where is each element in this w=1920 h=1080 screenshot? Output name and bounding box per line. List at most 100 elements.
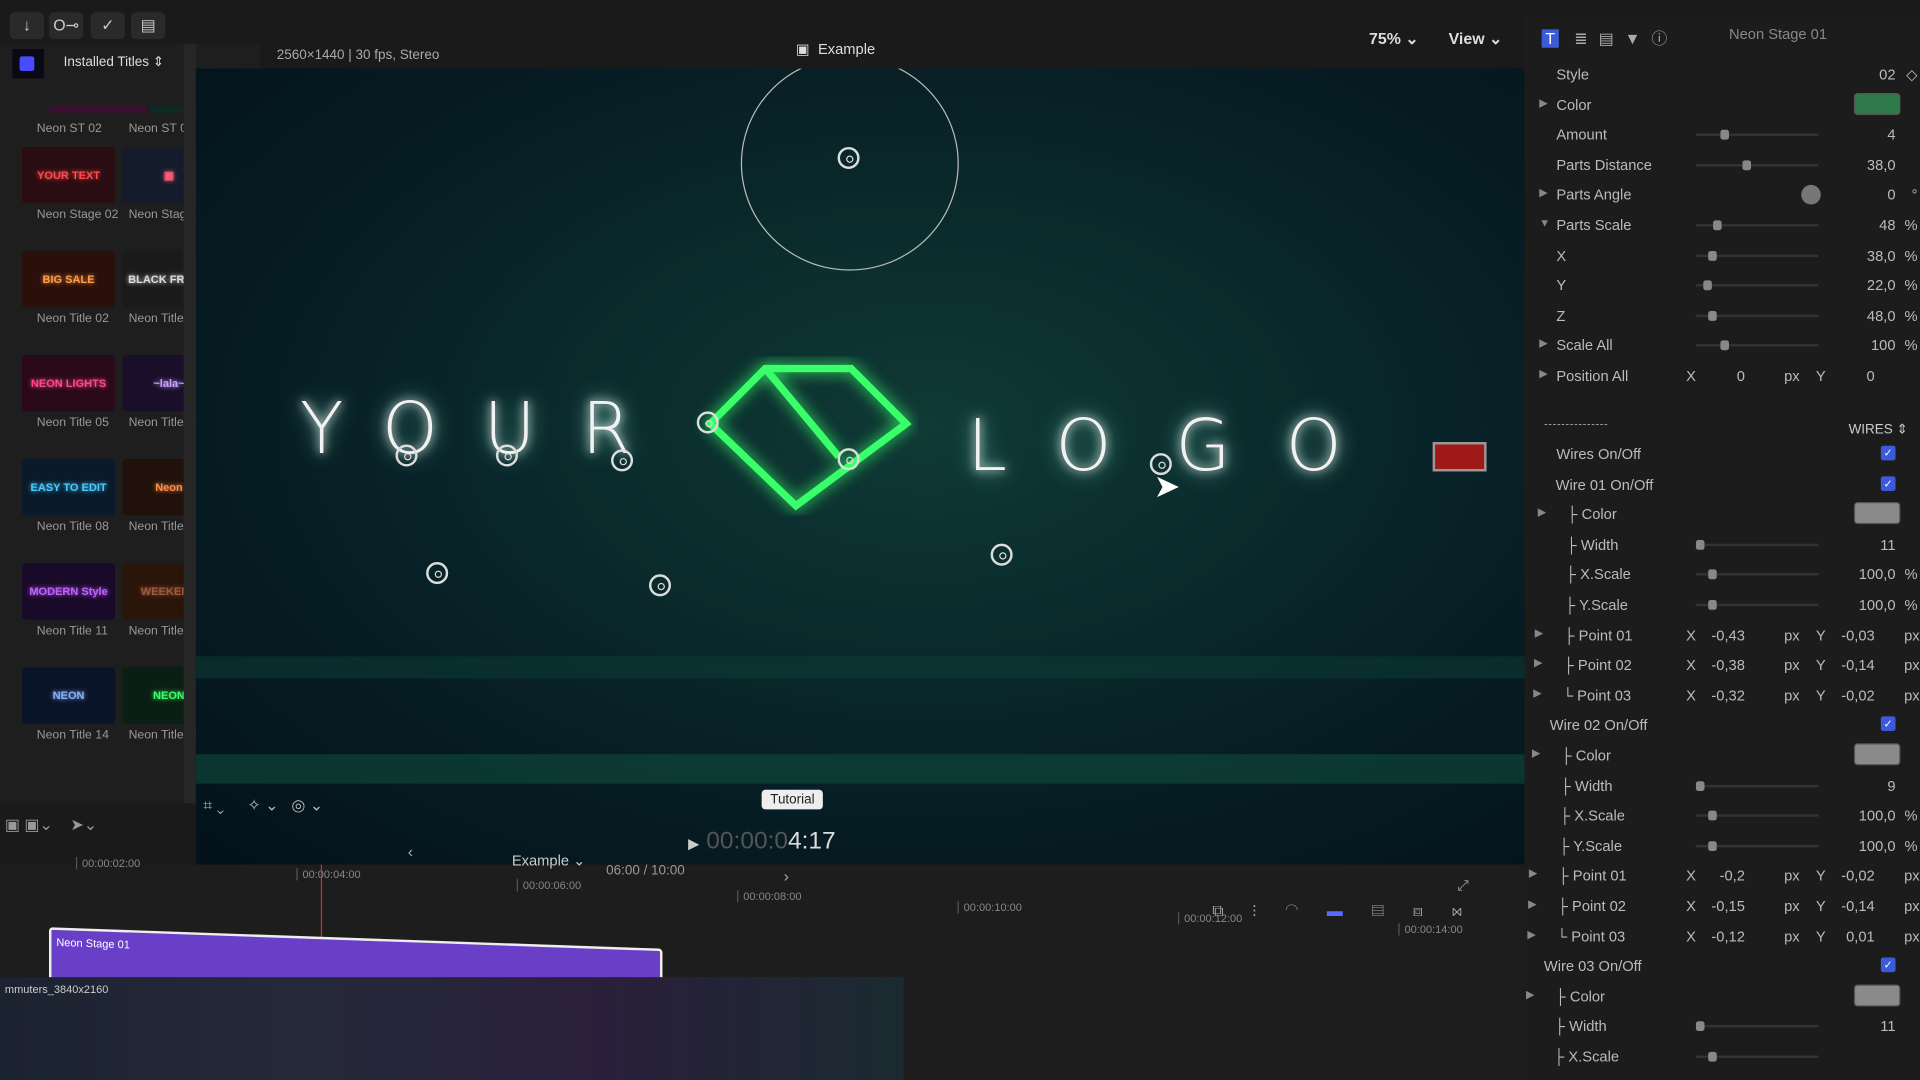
param-y[interactable]: 0,01 <box>1846 928 1875 945</box>
slider-knob[interactable] <box>1695 780 1705 791</box>
project-dropdown[interactable]: Example ⌄ <box>512 852 586 869</box>
param-value[interactable]: 4 <box>1887 126 1895 143</box>
param-row[interactable]: X 38,0% <box>1525 241 1920 270</box>
back-button[interactable]: ‹ <box>408 842 413 860</box>
wire-point-handle[interactable] <box>495 444 518 467</box>
param-value[interactable]: 9 <box>1887 777 1895 794</box>
param-x[interactable]: -0,32 <box>1711 687 1745 704</box>
disclosure-triangle-icon[interactable]: ▶ <box>1534 657 1542 670</box>
disclosure-triangle-icon[interactable]: ▶ <box>1528 898 1536 911</box>
param-row[interactable]: ├ Width 11 <box>1525 530 1920 559</box>
param-slider[interactable] <box>1695 810 1819 821</box>
slider-knob[interactable] <box>1708 310 1717 321</box>
wire-point-handle[interactable] <box>696 411 719 434</box>
title-thumbnail[interactable]: EASY TO EDIT <box>22 459 116 516</box>
param-value[interactable]: 48,0 <box>1867 307 1896 324</box>
param-slider[interactable] <box>1695 220 1819 231</box>
param-slider[interactable] <box>1695 569 1819 580</box>
param-row[interactable]: ▶ ├ Point 01 X -0,43 px Y -0,03 px <box>1525 620 1920 649</box>
forward-button[interactable]: › <box>784 867 789 885</box>
param-x[interactable]: -0,15 <box>1711 898 1745 915</box>
slider-knob[interactable] <box>1720 340 1729 351</box>
disclosure-triangle-icon[interactable]: ▶ <box>1526 988 1534 1001</box>
fullscreen-icon[interactable]: ⤢ <box>1457 877 1469 895</box>
media-button[interactable]: ▤ <box>131 12 166 40</box>
key-button[interactable]: O⊸ <box>48 12 84 40</box>
view-dropdown[interactable]: View ⌄ <box>1449 29 1503 49</box>
title-thumbnail[interactable]: MODERN Style <box>22 563 116 620</box>
video-icon[interactable]: ▤ <box>1599 29 1625 47</box>
param-value[interactable]: 100,0 <box>1859 807 1896 824</box>
param-value[interactable]: 38,0 <box>1867 156 1896 173</box>
param-row[interactable]: ▶ Scale All 100% <box>1525 331 1920 360</box>
param-row[interactable]: Parts Distance 38,0 <box>1525 150 1920 179</box>
param-y[interactable]: 0 <box>1867 367 1875 384</box>
param-row[interactable]: ├ Width 9 <box>1525 771 1920 800</box>
rotation-circle[interactable] <box>740 68 959 271</box>
param-y[interactable]: -0,14 <box>1841 657 1875 674</box>
param-y[interactable]: -0,02 <box>1841 867 1875 884</box>
disclosure-triangle-icon[interactable]: ▶ <box>1535 626 1543 639</box>
video-clip[interactable]: mmuters_3840x2160 <box>0 977 904 1080</box>
param-x[interactable]: 0 <box>1737 367 1745 384</box>
speed-tool[interactable]: ◎ ⌄ <box>291 796 323 816</box>
angle-dial[interactable] <box>1801 185 1821 205</box>
slider-knob[interactable] <box>1708 600 1717 610</box>
zoom-dropdown[interactable]: 75% ⌄ <box>1369 29 1419 49</box>
param-value[interactable]: 100,0 <box>1859 596 1896 613</box>
param-x[interactable]: -0,38 <box>1711 657 1745 674</box>
param-row[interactable]: ▶ ├ Point 02 X -0,38 px Y -0,14 px <box>1525 650 1920 679</box>
magic-tool[interactable]: ✧ ⌄ <box>247 796 278 816</box>
param-value[interactable]: 38,0 <box>1867 247 1896 264</box>
param-value[interactable]: 48 <box>1879 217 1895 234</box>
param-row[interactable]: ├ Width 11 <box>1525 1012 1920 1041</box>
param-y[interactable]: -0,02 <box>1841 687 1875 704</box>
slider-knob[interactable] <box>1720 130 1729 140</box>
checkbox[interactable]: ✓ <box>1880 957 1896 973</box>
color-swatch[interactable] <box>1853 984 1901 1007</box>
param-x[interactable]: -0,43 <box>1711 626 1745 643</box>
param-row[interactable]: ▶ └ Point 03 X -0,32 px Y -0,02 px <box>1525 681 1920 710</box>
wire-point-handle[interactable] <box>611 449 634 472</box>
param-x[interactable]: -0,12 <box>1711 928 1745 945</box>
param-slider[interactable] <box>1695 310 1819 321</box>
param-value[interactable]: 11 <box>1880 1018 1895 1035</box>
disclosure-triangle-icon[interactable]: ▶ <box>1539 367 1547 380</box>
title-thumbnail[interactable]: BIG SALE <box>22 251 116 308</box>
slider-knob[interactable] <box>1742 160 1752 170</box>
checkbox[interactable]: ✓ <box>1880 445 1896 461</box>
disclosure-triangle-icon[interactable]: ▶ <box>1529 867 1537 880</box>
param-row[interactable]: ├ Y.Scale 100,0% <box>1525 831 1920 860</box>
slider-knob[interactable] <box>1703 280 1712 291</box>
slider-knob[interactable] <box>1708 1051 1717 1062</box>
filter-icon[interactable]: ▼ <box>1625 29 1652 47</box>
checkbox[interactable]: ✓ <box>1880 716 1896 732</box>
param-slider[interactable] <box>1695 840 1819 851</box>
slider-knob[interactable] <box>1708 250 1717 261</box>
disclosure-triangle-icon[interactable]: ▶ <box>1539 337 1547 350</box>
wire-point-handle[interactable] <box>837 448 860 471</box>
disclosure-triangle-icon[interactable]: ▶ <box>1532 747 1540 760</box>
param-row[interactable]: ▶ ├ Color <box>1525 500 1920 529</box>
param-slider[interactable] <box>1695 539 1819 550</box>
param-x[interactable]: -0,2 <box>1720 867 1745 884</box>
title-thumbnail[interactable]: YOUR TEXT <box>22 146 116 204</box>
param-slider[interactable] <box>1695 160 1819 170</box>
param-row[interactable]: Y 22,0% <box>1525 271 1920 300</box>
disclosure-triangle-icon[interactable]: ▶ <box>1538 506 1546 519</box>
param-row[interactable]: Wire 01 On/Off ✓ <box>1525 470 1920 499</box>
wire-point-handle[interactable] <box>426 562 449 585</box>
disclosure-triangle-icon[interactable]: ▶ <box>1533 687 1541 700</box>
param-row[interactable]: Style 02 ◇ <box>1525 60 1920 89</box>
layout-icon[interactable]: ▣ ▣⌄ ➤⌄ <box>5 816 97 836</box>
titles-icon[interactable]: T <box>1541 29 1559 48</box>
param-row[interactable]: Wire 03 On/Off ✓ <box>1525 952 1920 981</box>
color-swatch[interactable] <box>1853 92 1901 115</box>
wire-point-handle[interactable] <box>990 543 1013 566</box>
param-value[interactable]: 11 <box>1880 536 1895 553</box>
param-row[interactable]: ├ X.Scale <box>1525 1042 1920 1071</box>
title-thumbnail[interactable]: NEON LIGHTS <box>22 355 116 412</box>
video-viewer[interactable]: Y O U R L O G O ➤ Tutorial <box>195 68 1525 865</box>
slider-knob[interactable] <box>1713 220 1722 231</box>
param-value[interactable]: 100,0 <box>1859 566 1896 583</box>
